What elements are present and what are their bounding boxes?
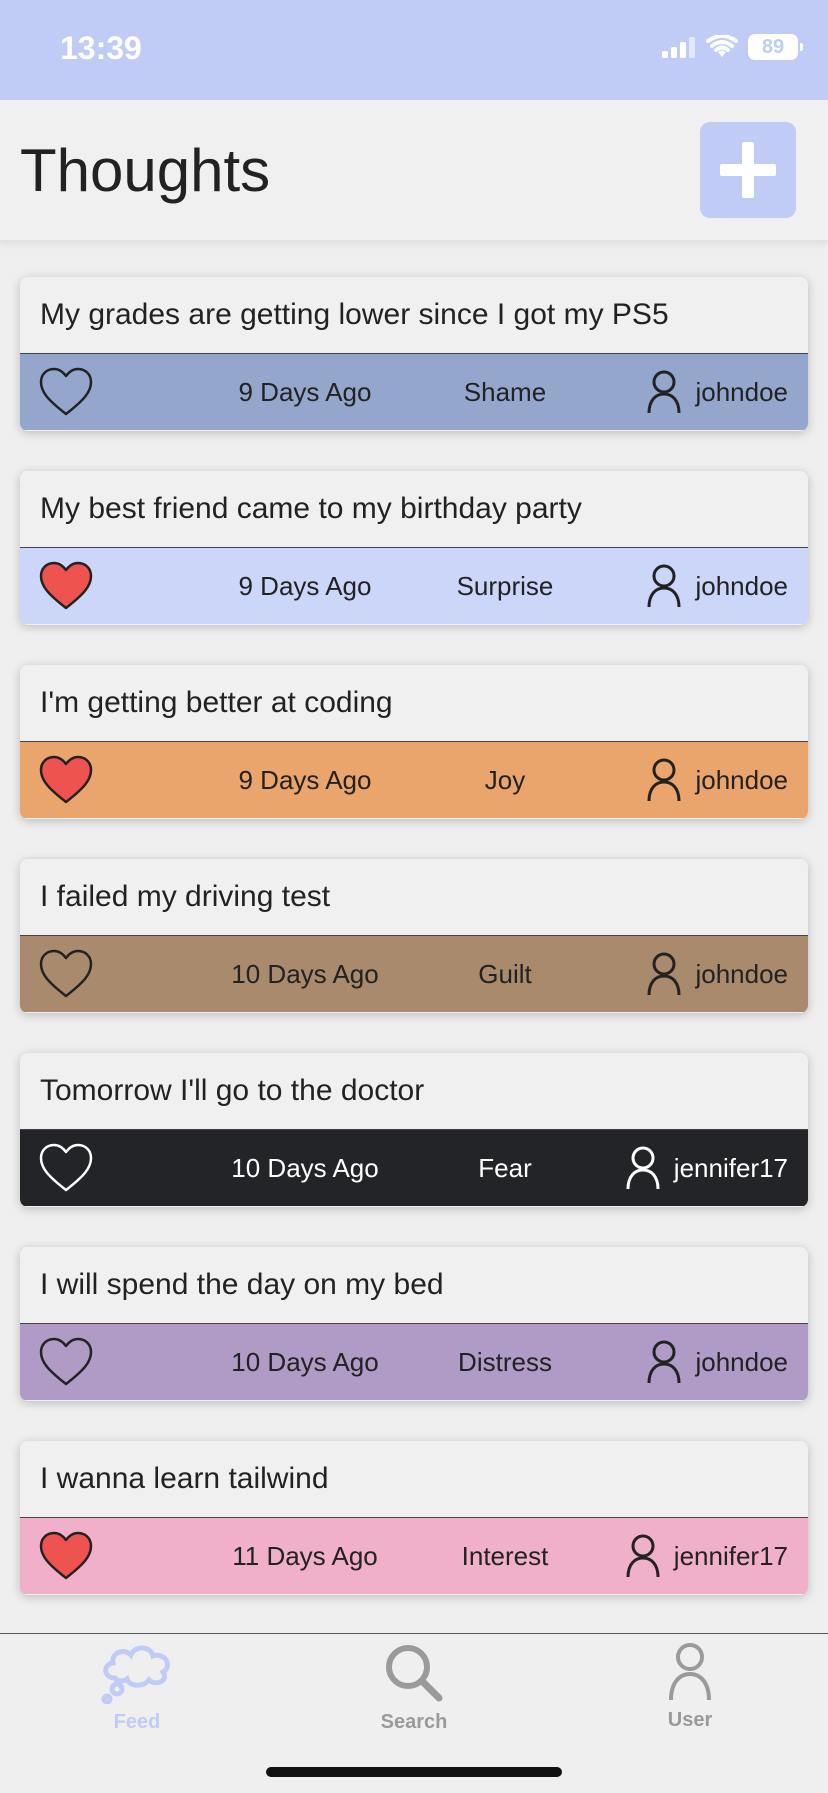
thought-user[interactable]: jennifer17: [626, 1518, 788, 1594]
heart-icon[interactable]: [38, 948, 94, 1000]
thought-user[interactable]: johndoe: [647, 936, 788, 1012]
thought-card: I wanna learn tailwind 11 Days Ago Inter…: [20, 1441, 808, 1595]
thought-card: My best friend came to my birthday party…: [20, 471, 808, 625]
thought-card: My grades are getting lower since I got …: [20, 277, 808, 431]
header: Thoughts: [0, 100, 828, 242]
tab-user-label: User: [667, 1709, 713, 1731]
thought-time: 9 Days Ago: [238, 377, 372, 407]
thought-user[interactable]: jennifer17: [626, 1130, 788, 1206]
battery-icon: 89: [748, 34, 803, 60]
thought-emotion: Shame: [463, 377, 547, 407]
signal-icon: [662, 37, 695, 58]
thought-emotion: Distress: [458, 1347, 552, 1377]
thought-feed: My grades are getting lower since I got …: [20, 277, 808, 1635]
thought-username: jennifer17: [673, 1152, 788, 1183]
user-icon: [647, 370, 681, 414]
thought-card: I will spend the day on my bed 10 Days A…: [20, 1247, 808, 1401]
thought-time: 10 Days Ago: [231, 1153, 379, 1183]
thought-emotion: Fear: [478, 1153, 532, 1183]
plus-icon: [720, 142, 776, 198]
thought-footer: 10 Days Ago Guilt johndoe: [20, 936, 808, 1012]
thought-time: 10 Days Ago: [231, 1347, 379, 1377]
thought-footer: 10 Days Ago Fear jennifer17: [20, 1130, 808, 1206]
thought-text: My grades are getting lower since I got …: [20, 277, 808, 354]
thought-username: johndoe: [695, 958, 788, 989]
thought-text: Tomorrow I'll go to the doctor: [20, 1053, 808, 1130]
search-icon: [386, 1645, 443, 1702]
user-icon: [647, 952, 681, 996]
tab-search-label: Search: [380, 1711, 448, 1733]
heart-icon[interactable]: [38, 754, 94, 806]
thought-username: johndoe: [695, 764, 788, 795]
thought-emotion: Joy: [484, 765, 526, 795]
thought-username: johndoe: [695, 1346, 788, 1377]
user-icon: [626, 1534, 660, 1578]
thought-emotion: Surprise: [456, 571, 554, 601]
thought-footer: 9 Days Ago Joy johndoe: [20, 742, 808, 818]
thought-username: johndoe: [695, 570, 788, 601]
status-icons: 89: [662, 34, 803, 60]
add-thought-button[interactable]: [700, 122, 796, 218]
thought-card: I failed my driving test 10 Days Ago Gui…: [20, 859, 808, 1013]
thought-time: 11 Days Ago: [232, 1541, 378, 1571]
heart-icon[interactable]: [38, 1336, 94, 1388]
wifi-icon: [706, 35, 738, 57]
thought-user[interactable]: johndoe: [647, 1324, 788, 1400]
thought-text: I wanna learn tailwind: [20, 1441, 808, 1518]
thought-time: 9 Days Ago: [238, 765, 372, 795]
home-indicator: [266, 1767, 562, 1777]
thought-username: jennifer17: [673, 1540, 788, 1571]
thought-user[interactable]: johndoe: [647, 354, 788, 430]
thought-footer: 9 Days Ago Surprise johndoe: [20, 548, 808, 624]
status-bar: 13:39 89: [0, 0, 828, 100]
tab-search[interactable]: Search: [334, 1642, 494, 1752]
thought-text: I'm getting better at coding: [20, 665, 808, 742]
thought-username: johndoe: [695, 376, 788, 407]
heart-icon[interactable]: [38, 1530, 94, 1582]
heart-icon[interactable]: [38, 1142, 94, 1194]
thought-text: My best friend came to my birthday party: [20, 471, 808, 548]
thought-user[interactable]: johndoe: [647, 548, 788, 624]
thought-time: 10 Days Ago: [231, 959, 379, 989]
tab-feed-label: Feed: [113, 1711, 161, 1733]
thought-text: I will spend the day on my bed: [20, 1247, 808, 1324]
heart-icon[interactable]: [38, 560, 94, 612]
thought-card: I'm getting better at coding 9 Days Ago …: [20, 665, 808, 819]
user-icon: [626, 1146, 660, 1190]
thought-time: 9 Days Ago: [238, 571, 372, 601]
status-time: 13:39: [60, 30, 142, 66]
tab-feed[interactable]: Feed: [57, 1642, 217, 1752]
tab-user[interactable]: User: [610, 1642, 770, 1752]
user-icon: [669, 1643, 711, 1701]
thought-footer: 11 Days Ago Interest jennifer17: [20, 1518, 808, 1594]
thought-card: Tomorrow I'll go to the doctor 10 Days A…: [20, 1053, 808, 1207]
thought-footer: 9 Days Ago Shame johndoe: [20, 354, 808, 430]
thought-user[interactable]: johndoe: [647, 742, 788, 818]
thought-text: I failed my driving test: [20, 859, 808, 936]
cloud-thought-icon: [101, 1645, 170, 1705]
thought-footer: 10 Days Ago Distress johndoe: [20, 1324, 808, 1400]
heart-icon[interactable]: [38, 366, 94, 418]
battery-level: 89: [761, 35, 785, 58]
page-title: Thoughts: [20, 137, 271, 204]
user-icon: [647, 758, 681, 802]
user-icon: [647, 564, 681, 608]
user-icon: [647, 1340, 681, 1384]
thought-emotion: Guilt: [478, 959, 532, 989]
thought-emotion: Interest: [461, 1541, 549, 1571]
